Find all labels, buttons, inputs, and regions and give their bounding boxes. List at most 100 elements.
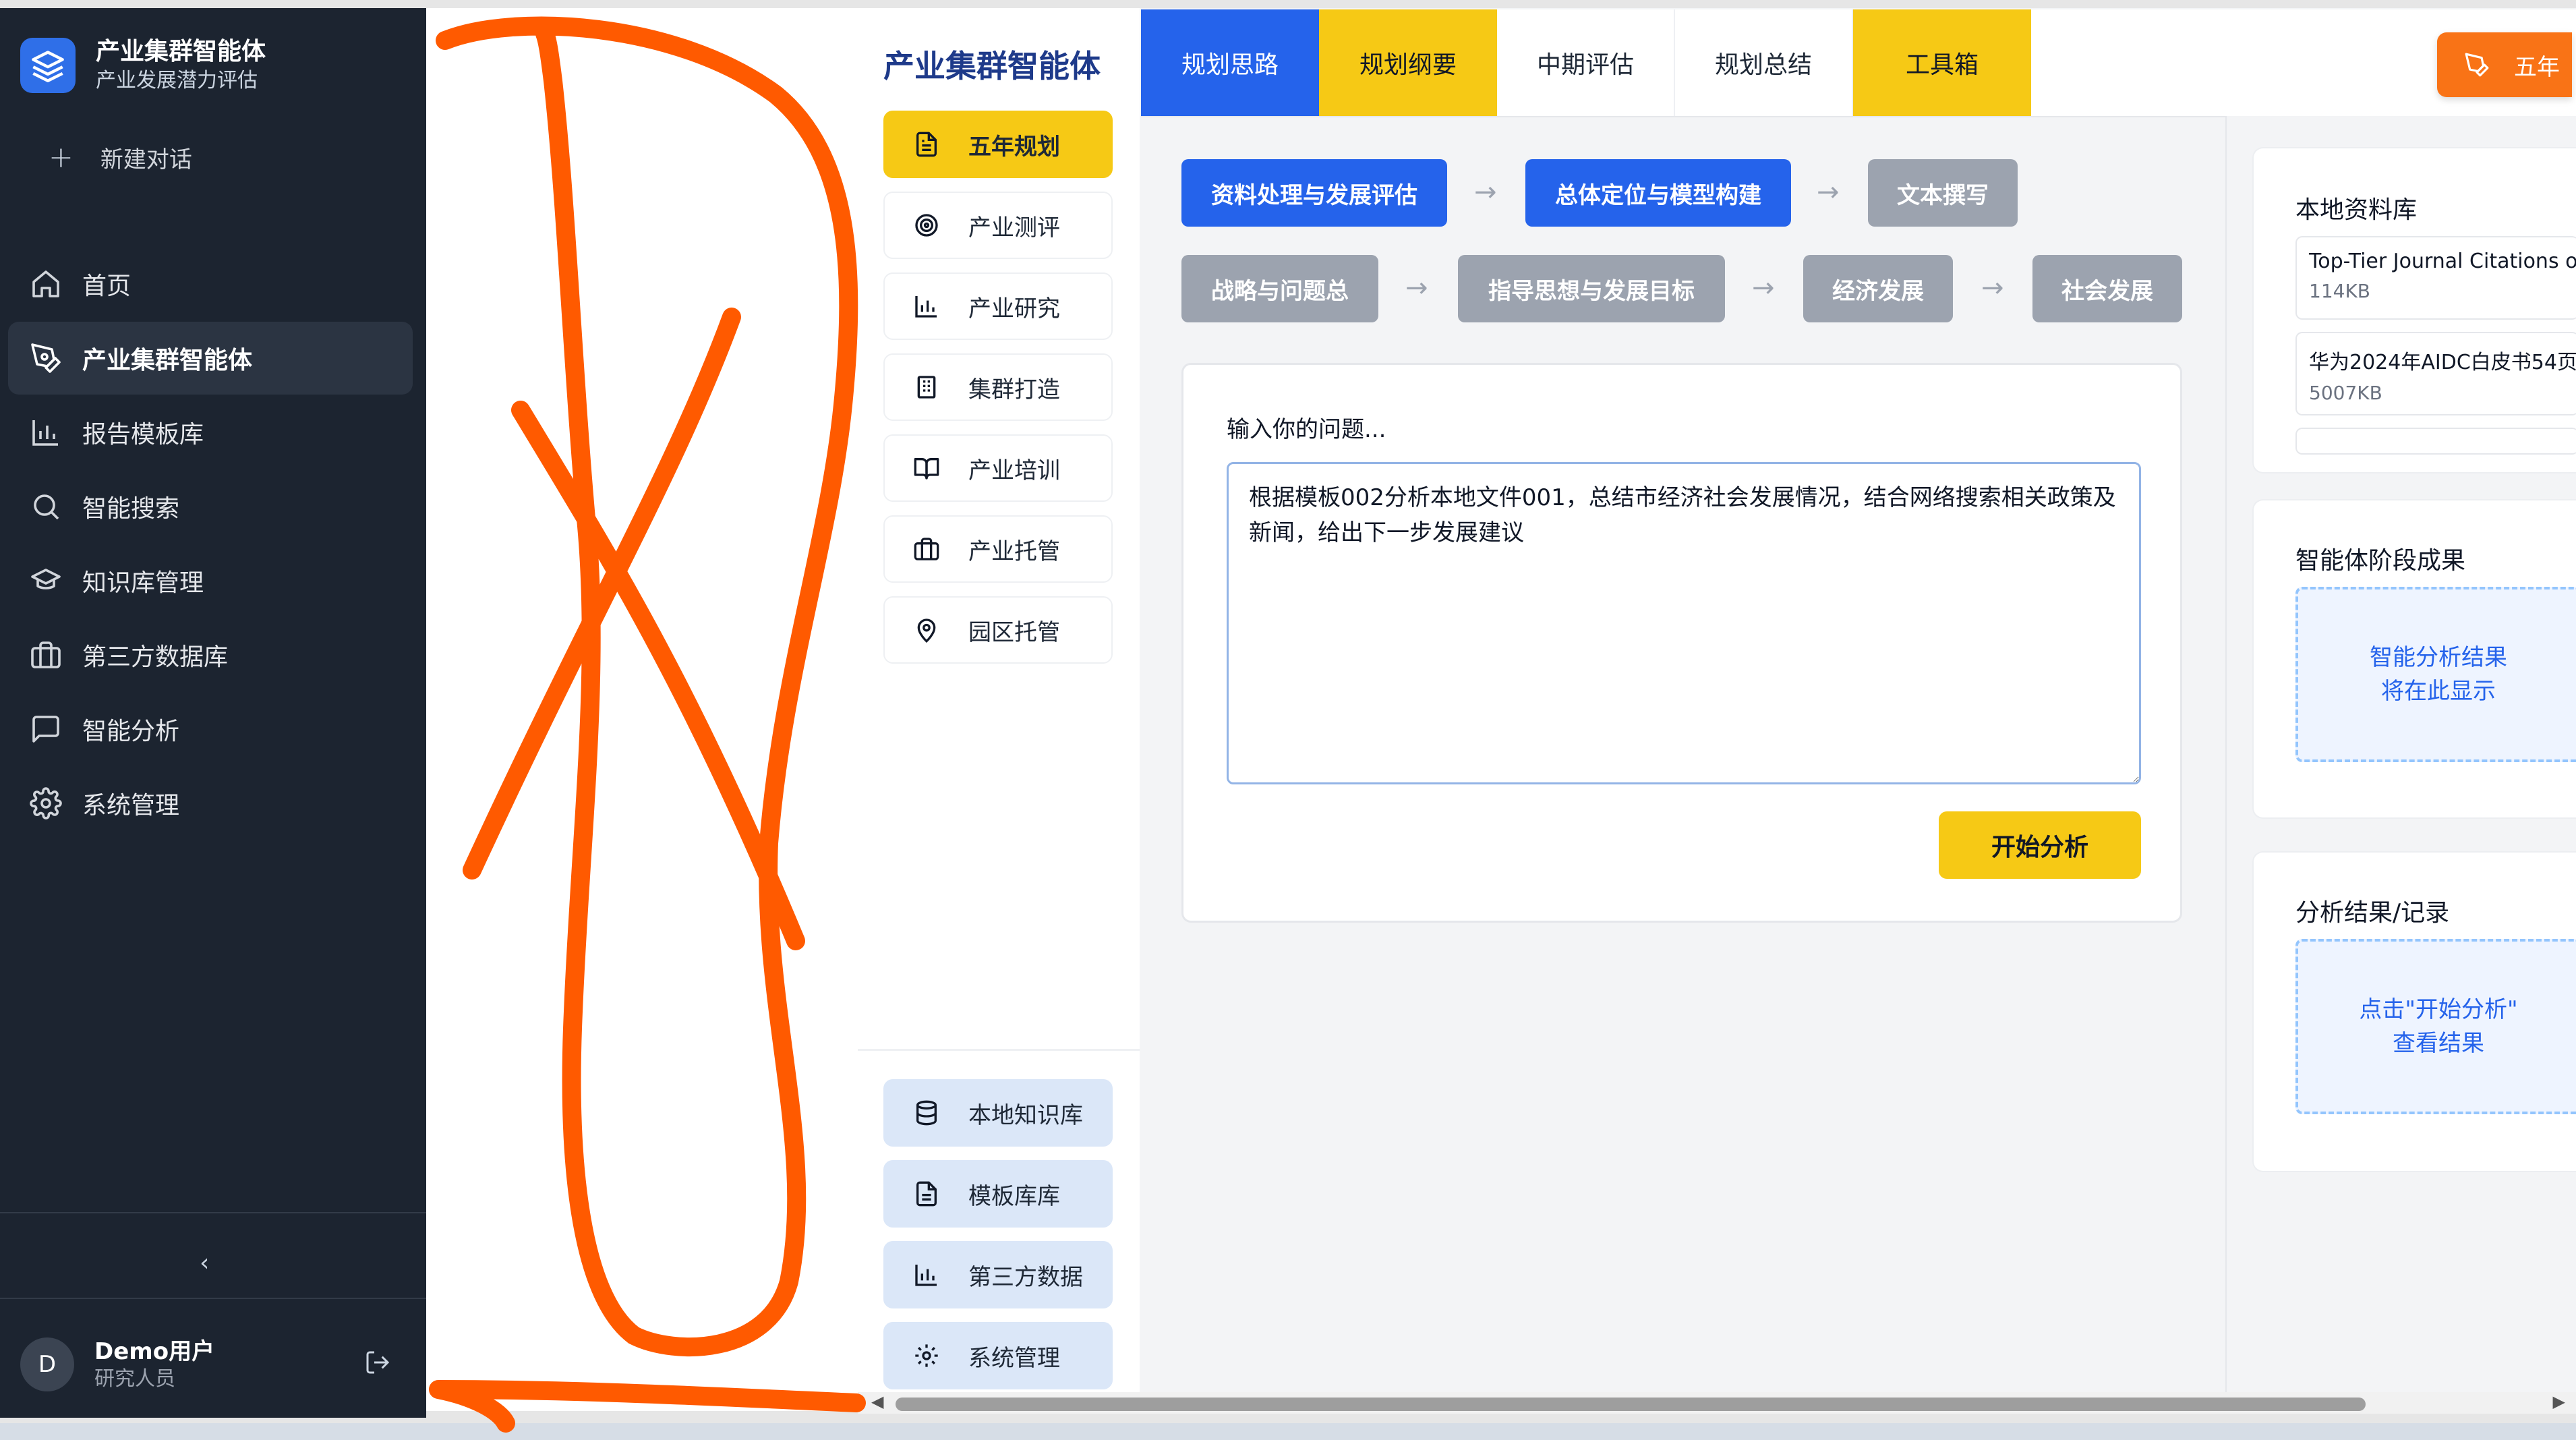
analysis-records-title: 分析结果/记录	[2295, 899, 2450, 927]
step-data-processing[interactable]: 资料处理与发展评估	[1181, 159, 1447, 227]
file-size: 5007KB	[2309, 382, 2382, 404]
step-economic-development[interactable]: 经济发展	[1803, 255, 1953, 322]
step-guiding-goals[interactable]: 指导思想与发展目标	[1458, 255, 1725, 322]
sidebar-item-label: 产业集群智能体	[82, 347, 253, 374]
brand-title: 产业集群智能体	[96, 38, 266, 65]
sidebar-item-system-settings[interactable]: 系统管理	[8, 767, 413, 840]
placeholder-line: 查看结果	[2393, 1030, 2484, 1057]
pen-tool-icon	[31, 343, 61, 373]
sidebar-item-smart-search[interactable]: 智能搜索	[8, 470, 413, 543]
user-profile[interactable]: D Demo用户 研究人员	[20, 1337, 390, 1392]
secondary-menu: 五年规划 产业测评 产业研究 集群打造 产业培训 产业托管 园区托管	[883, 111, 1113, 677]
briefcase-icon	[31, 641, 61, 668]
collapse-sidebar-button[interactable]: ‹	[200, 1249, 209, 1277]
sidebar-item-label: 智能分析	[82, 718, 180, 745]
sidebar-item-cluster-agent[interactable]: 产业集群智能体	[8, 322, 413, 395]
sidebar-item-third-party-db[interactable]: 第三方数据库	[8, 618, 413, 691]
sidebar-item-knowledge-base[interactable]: 知识库管理	[8, 544, 413, 617]
file-text-icon	[916, 132, 937, 157]
user-role: 研究人员	[94, 1367, 175, 1391]
menu-item-industry-hosting[interactable]: 产业托管	[883, 515, 1113, 583]
file-name: Top-Tier Journal Citations of	[2309, 250, 2576, 273]
database-icon	[916, 1100, 937, 1126]
arrow-icon: →	[1752, 272, 1775, 304]
tool-label: 本地知识库	[968, 1101, 1083, 1129]
sidebar-item-label: 知识库管理	[82, 569, 204, 597]
menu-item-five-year-plan[interactable]: 五年规划	[883, 111, 1113, 178]
menu-item-industry-training[interactable]: 产业培训	[883, 434, 1113, 502]
graduation-cap-icon	[31, 569, 61, 589]
sidebar-item-label: 首页	[82, 272, 131, 300]
search-icon	[34, 494, 59, 520]
tool-template-library[interactable]: 模板库库	[883, 1160, 1113, 1228]
analysis-records-placeholder: 点击"开始分析" 查看结果	[2295, 939, 2576, 1114]
sidebar-item-report-templates[interactable]: 报告模板库	[8, 396, 413, 469]
question-input[interactable]	[1227, 462, 2141, 784]
tab-planning-summary[interactable]: 规划总结	[1675, 9, 1853, 116]
local-library-title: 本地资料库	[2295, 196, 2418, 224]
divider	[0, 1298, 426, 1299]
bar-chart-icon	[915, 296, 937, 318]
main-sidebar: 产业集群智能体 产业发展潜力评估 + 新建对话 首页 产业集群智能体 报告模板库…	[0, 8, 426, 1418]
scroll-left-arrow-icon[interactable]: ◀	[871, 1392, 883, 1411]
brand[interactable]: 产业集群智能体 产业发展潜力评估	[20, 36, 266, 94]
scrollbar-thumb[interactable]	[896, 1398, 2366, 1411]
tool-system-settings[interactable]: 系统管理	[883, 1322, 1113, 1389]
logout-icon[interactable]	[364, 1349, 391, 1379]
sidebar-item-label: 系统管理	[82, 792, 180, 819]
new-chat-button[interactable]: + 新建对话	[49, 140, 192, 175]
question-label: 输入你的问题...	[1227, 416, 1386, 443]
sidebar-item-home[interactable]: 首页	[8, 248, 413, 320]
plus-icon: +	[49, 140, 74, 175]
gear-icon	[915, 1344, 938, 1367]
menu-item-label: 园区托管	[968, 618, 1060, 646]
step-text-writing[interactable]: 文本撰写	[1868, 159, 2018, 227]
tab-planning-outline[interactable]: 规划纲要	[1319, 9, 1497, 116]
tab-planning-ideas[interactable]: 规划思路	[1141, 9, 1319, 116]
tool-local-knowledge-base[interactable]: 本地知识库	[883, 1079, 1113, 1147]
menu-item-park-hosting[interactable]: 园区托管	[883, 596, 1113, 664]
tool-third-party-data[interactable]: 第三方数据	[883, 1241, 1113, 1308]
placeholder-line: 将在此显示	[2381, 678, 2496, 705]
menu-item-label: 产业托管	[968, 538, 1060, 565]
brand-subtitle: 产业发展潜力评估	[96, 69, 258, 92]
gear-icon	[30, 787, 62, 819]
local-library-card: 本地资料库 Top-Tier Journal Citations of 114K…	[2252, 147, 2576, 473]
menu-item-label: 集群打造	[968, 376, 1060, 403]
building-icon	[917, 376, 936, 399]
menu-item-label: 产业测评	[968, 214, 1060, 241]
tool-label: 第三方数据	[968, 1263, 1083, 1291]
menu-item-label: 产业培训	[968, 457, 1060, 484]
scroll-right-arrow-icon[interactable]: ▶	[2553, 1392, 2565, 1411]
tab-toolbox[interactable]: 工具箱	[1853, 9, 2031, 116]
file-item[interactable]: 华为2024年AIDC白皮书54页. 5007KB	[2295, 332, 2576, 415]
step-social-development[interactable]: 社会发展	[2032, 255, 2182, 322]
target-icon	[915, 214, 938, 237]
sidebar-item-label: 报告模板库	[82, 421, 204, 449]
file-item-partial[interactable]	[2295, 428, 2576, 455]
divider	[0, 1212, 426, 1213]
five-year-plan-button[interactable]: 五年	[2437, 32, 2572, 97]
tab-mid-term-evaluation[interactable]: 中期评估	[1497, 9, 1675, 116]
question-card: 输入你的问题... 开始分析	[1181, 363, 2182, 923]
menu-item-label: 五年规划	[968, 133, 1060, 161]
map-pin-icon	[917, 618, 936, 643]
horizontal-scrollbar[interactable]: ◀ ▶	[858, 1392, 2576, 1414]
bar-chart-icon	[32, 420, 58, 446]
file-text-icon	[916, 1181, 937, 1207]
file-name: 华为2024年AIDC白皮书54页.	[2309, 351, 2576, 374]
menu-item-industry-evaluation[interactable]: 产业测评	[883, 192, 1113, 259]
sidebar-nav: 首页 产业集群智能体 报告模板库 智能搜索 知识库管理 第三方数据库 智能分析	[8, 248, 413, 841]
sidebar-item-smart-analysis[interactable]: 智能分析	[8, 693, 413, 766]
menu-item-label: 产业研究	[968, 295, 1060, 322]
menu-item-industry-research[interactable]: 产业研究	[883, 272, 1113, 340]
step-strategy-issues[interactable]: 战略与问题总	[1181, 255, 1378, 322]
arrow-icon: →	[1474, 177, 1497, 208]
divider	[858, 1049, 1140, 1051]
menu-item-cluster-building[interactable]: 集群打造	[883, 353, 1113, 421]
book-open-icon	[914, 458, 939, 480]
step-positioning-modeling[interactable]: 总体定位与模型构建	[1525, 159, 1791, 227]
start-analysis-button[interactable]: 开始分析	[1939, 811, 2141, 879]
analysis-records-card: 分析结果/记录 点击"开始分析" 查看结果	[2252, 851, 2576, 1172]
file-item[interactable]: Top-Tier Journal Citations of 114KB	[2295, 236, 2576, 320]
